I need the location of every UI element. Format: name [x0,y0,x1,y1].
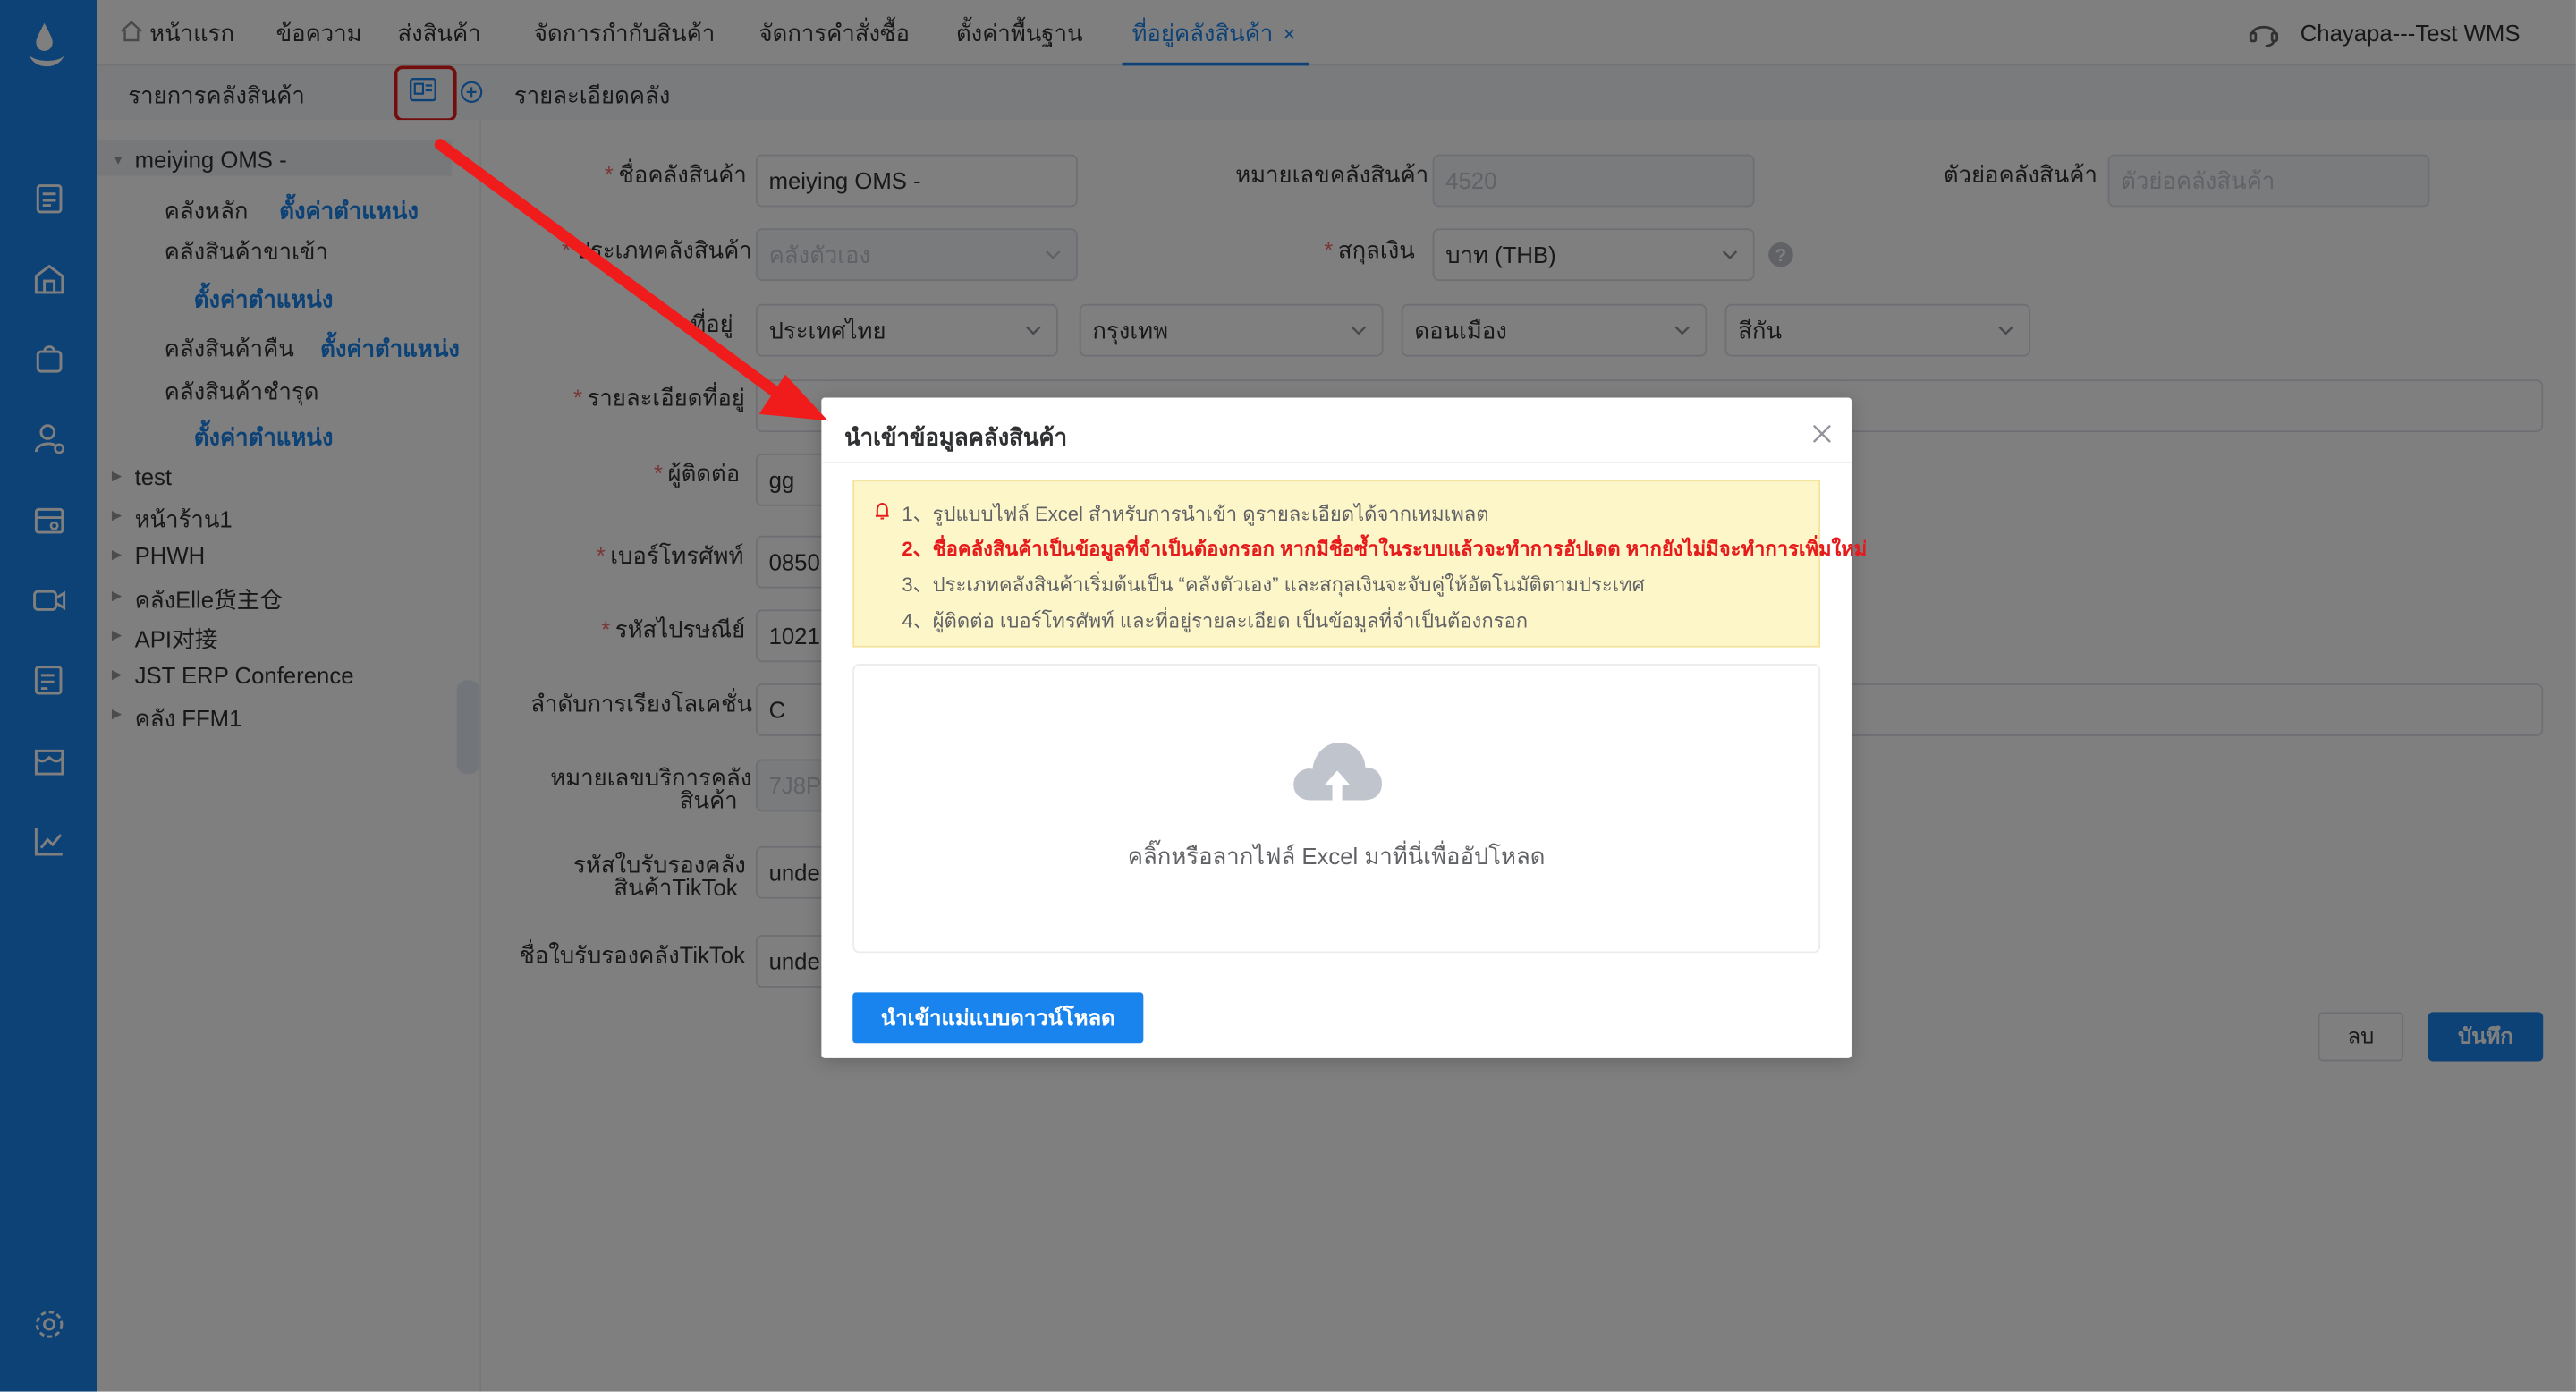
notice-line: 4、ผู้ติดต่อ เบอร์โทรศัพท์ และที่อยู่รายล… [902,609,1529,633]
upload-hint: คลิ๊กหรือลากไฟล์ Excel มาที่นี่เพื่ออัปโ… [1127,843,1546,870]
close-icon[interactable] [1812,424,1832,444]
notice-line: 3、ประเภทคลังสินค้าเริ่มต้นเป็น “คลังตัวเ… [902,573,1645,597]
notice-box: 1、รูปแบบไฟล์ Excel สำหรับการนำเข้า ดูราย… [852,480,1867,648]
cloud-upload-icon [1293,743,1382,801]
dialog-divider [821,462,1852,463]
app-root: หน้าแรก ข้อความ ส่งสินค้า จัดการกำกับสิน… [0,0,2576,1392]
dialog-title: นำเข้าข้อมูลคลังสินค้า [844,423,1068,451]
import-dialog: นำเข้าข้อมูลคลังสินค้า 1、รูปแบบไฟล์ Exce… [821,397,1867,1058]
notice-line: 1、รูปแบบไฟล์ Excel สำหรับการนำเข้า ดูราย… [902,503,1489,526]
upload-dropzone[interactable]: คลิ๊กหรือลากไฟล์ Excel มาที่นี่เพื่ออัปโ… [852,664,1821,954]
notice-line-required: 2、ชื่อคลังสินค้าเป็นข้อมูลที่จำเป็นต้องก… [902,537,1868,561]
download-template-button[interactable]: นำเข้าแม่แบบดาวน์โหลด [852,992,1144,1044]
bell-icon [875,502,889,520]
